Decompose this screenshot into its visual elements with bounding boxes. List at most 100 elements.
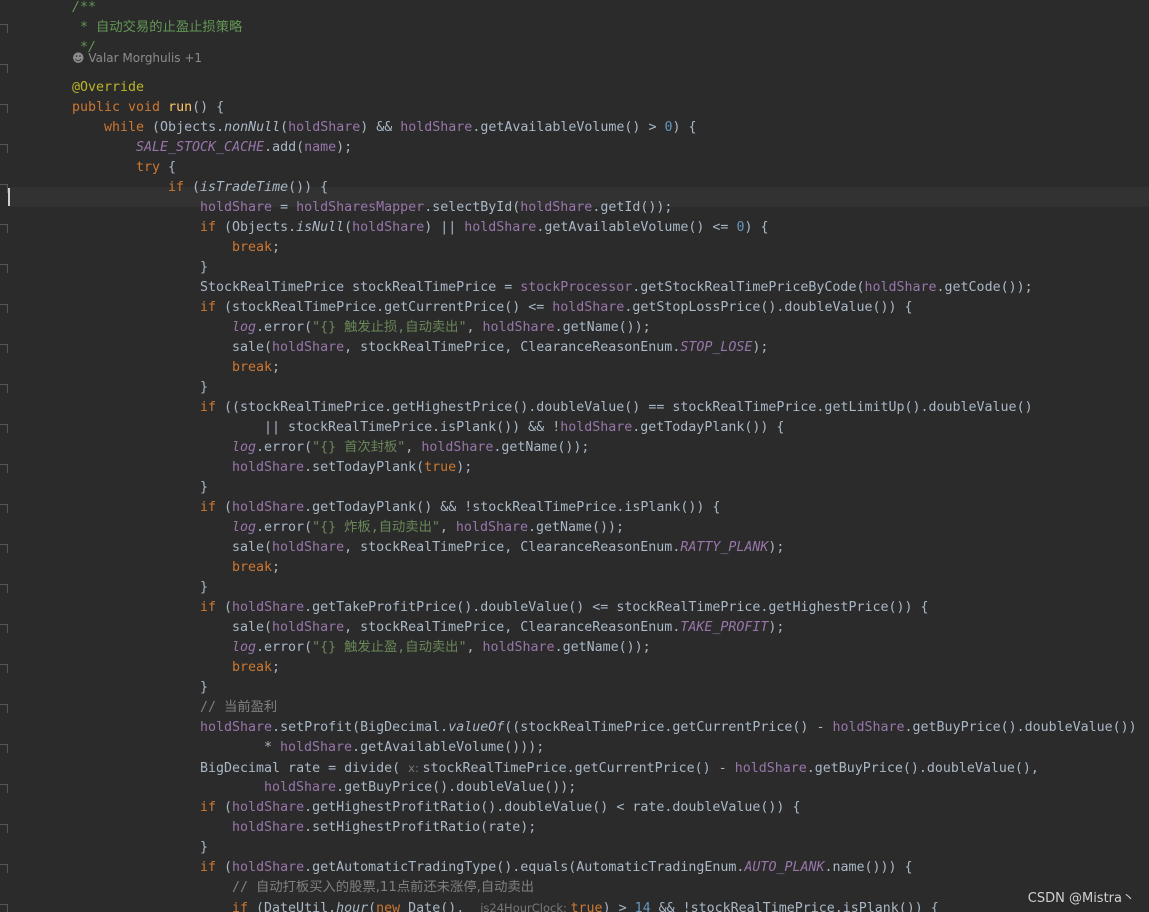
watermark: CSDN @Mistra丶 (1027, 891, 1135, 906)
code-token: holdShare (482, 320, 555, 335)
code-line[interactable]: } (200, 258, 208, 278)
code-token: holdShare (455, 520, 528, 535)
code-token: } (200, 680, 209, 695)
editor-gutter[interactable] (0, 0, 10, 912)
code-token: , (405, 440, 422, 455)
code-line[interactable]: try { (136, 158, 176, 178)
text-caret (8, 188, 10, 206)
code-token: TAKE_PROFIT (680, 620, 769, 635)
code-line[interactable]: if (DateUtil.hour(new Date(), is24HourCl… (232, 898, 939, 912)
code-line[interactable]: || stockRealTimePrice.isPlank()) && !hol… (264, 418, 784, 438)
code-line[interactable]: } (200, 578, 208, 598)
code-line[interactable]: } (200, 838, 208, 858)
code-line[interactable]: if (stockRealTimePrice.getCurrentPrice()… (200, 298, 913, 318)
code-token: break (232, 360, 273, 375)
code-token: .setTodayPlank( (304, 460, 425, 475)
code-token: break (232, 660, 273, 675)
code-token: log (232, 520, 257, 535)
code-line[interactable]: break; (232, 358, 280, 378)
code-token: .getAvailableVolume())); (352, 740, 545, 755)
author-hint[interactable]: ☻ Valar Morghulis +1 (72, 48, 202, 68)
code-token: holdShare (864, 280, 937, 295)
code-token: .setProfit(BigDecimal. (272, 720, 449, 735)
code-token: .getHighestProfitRatio().doubleValue() <… (304, 800, 801, 815)
code-token: ; (272, 360, 281, 375)
code-line[interactable]: } (200, 678, 208, 698)
code-token: if (200, 300, 225, 315)
code-line[interactable]: holdShare.getBuyPrice().doubleValue()); (264, 778, 576, 798)
code-line[interactable]: BigDecimal rate = divide( x: stockRealTi… (200, 758, 1039, 778)
code-line[interactable]: } (200, 478, 208, 498)
code-token: holdShare (464, 220, 537, 235)
gutter-marker (0, 24, 8, 33)
code-line[interactable]: } (200, 378, 208, 398)
code-line[interactable]: if (holdShare.getTakeProfitPrice().doubl… (200, 598, 929, 618)
code-token: "{} 炸板,自动卖出" (312, 520, 440, 535)
code-token: , (466, 320, 483, 335)
code-token: } (200, 840, 209, 855)
code-token: AUTO_PLANK (744, 860, 825, 875)
code-line[interactable]: log.error("{} 首次封板", holdShare.getName()… (232, 438, 589, 458)
code-token: ); (768, 540, 785, 555)
code-line[interactable]: * holdShare.getAvailableVolume())); (264, 738, 544, 758)
code-token: if (232, 901, 257, 912)
code-line[interactable]: /** (40, 0, 96, 18)
code-line[interactable]: break; (232, 238, 280, 258)
code-line[interactable]: // 当前盈利 (200, 698, 277, 718)
code-line[interactable]: if ((stockRealTimePrice.getHighestPrice(… (200, 398, 1033, 418)
code-line[interactable]: holdShare.setHighestProfitRatio(rate); (232, 818, 536, 838)
code-token: ) > (602, 901, 635, 912)
code-token: .getAvailableVolume() > (472, 120, 665, 135)
code-token: ( (224, 800, 233, 815)
gutter-marker (0, 584, 8, 593)
gutter-marker (0, 104, 8, 113)
code-line[interactable]: // 自动打板买入的股票,11点前还未涨停,自动卖出 (232, 878, 534, 898)
code-token: * (264, 740, 281, 755)
code-line[interactable]: log.error("{} 触发止盈,自动卖出", holdShare.getN… (232, 638, 651, 658)
code-token: ( (224, 860, 233, 875)
code-line[interactable]: holdShare = holdSharesMapper.selectById(… (200, 198, 672, 218)
code-token: } (200, 380, 209, 395)
gutter-marker (0, 544, 8, 553)
code-line[interactable]: holdShare.setTodayPlank(true); (232, 458, 472, 478)
code-line[interactable]: public void run() { (72, 98, 224, 118)
code-token: // (232, 880, 257, 895)
gutter-marker (0, 464, 8, 473)
code-line[interactable]: break; (232, 558, 280, 578)
code-token: true (570, 901, 603, 912)
code-line[interactable]: @Override (72, 78, 144, 98)
code-editor[interactable]: /** * 自动交易的止盈止损策略 */@Override public void… (0, 0, 1149, 912)
code-token: .getBuyPrice().doubleValue(), (806, 761, 1039, 776)
code-line[interactable]: log.error("{} 炸板,自动卖出", holdShare.getNam… (232, 518, 624, 538)
code-token: log (232, 440, 257, 455)
code-token: holdShare (400, 120, 473, 135)
code-token: .getId()); (592, 200, 673, 215)
gutter-marker (0, 264, 8, 273)
code-token: 自动打板买入的股票,11点前还未涨停,自动卖出 (256, 880, 535, 895)
code-token: ((stockRealTimePrice.getCurrentPrice() - (504, 720, 833, 735)
gutter-marker (0, 624, 8, 633)
code-token: holdShare (421, 440, 494, 455)
code-token: ) { (672, 120, 697, 135)
gutter-marker (0, 504, 8, 513)
code-token: holdShare (264, 780, 337, 795)
code-line[interactable]: break; (232, 658, 280, 678)
code-line[interactable]: sale(holdShare, stockRealTimePrice, Clea… (232, 538, 784, 558)
code-line[interactable]: * 自动交易的止盈止损策略 (40, 18, 242, 38)
code-line[interactable]: log.error("{} 触发止损,自动卖出", holdShare.getN… (232, 318, 651, 338)
code-line[interactable]: if (holdShare.getAutomaticTradingType().… (200, 858, 913, 878)
code-line[interactable]: if (holdShare.getHighestProfitRatio().do… (200, 798, 800, 818)
code-line[interactable]: if (Objects.isNull(holdShare) || holdSha… (200, 218, 769, 238)
code-token: holdShare (734, 761, 807, 776)
code-line[interactable]: while (Objects.nonNull(holdShare) && hol… (104, 118, 697, 138)
code-line[interactable]: sale(holdShare, stockRealTimePrice, Clea… (232, 338, 768, 358)
code-line[interactable]: SALE_STOCK_CACHE.add(name); (136, 138, 352, 158)
code-line[interactable]: if (holdShare.getTodayPlank() && !stockR… (200, 498, 720, 518)
code-token: ; (272, 660, 281, 675)
code-line[interactable]: StockRealTimePrice stockRealTimePrice = … (200, 278, 1033, 298)
code-line[interactable]: sale(holdShare, stockRealTimePrice, Clea… (232, 618, 784, 638)
code-token: .getName()); (493, 440, 590, 455)
code-line[interactable]: holdShare.setProfit(BigDecimal.valueOf((… (200, 718, 1137, 738)
code-line[interactable]: if (isTradeTime()) { (168, 178, 328, 198)
code-token: holdShare (200, 720, 273, 735)
